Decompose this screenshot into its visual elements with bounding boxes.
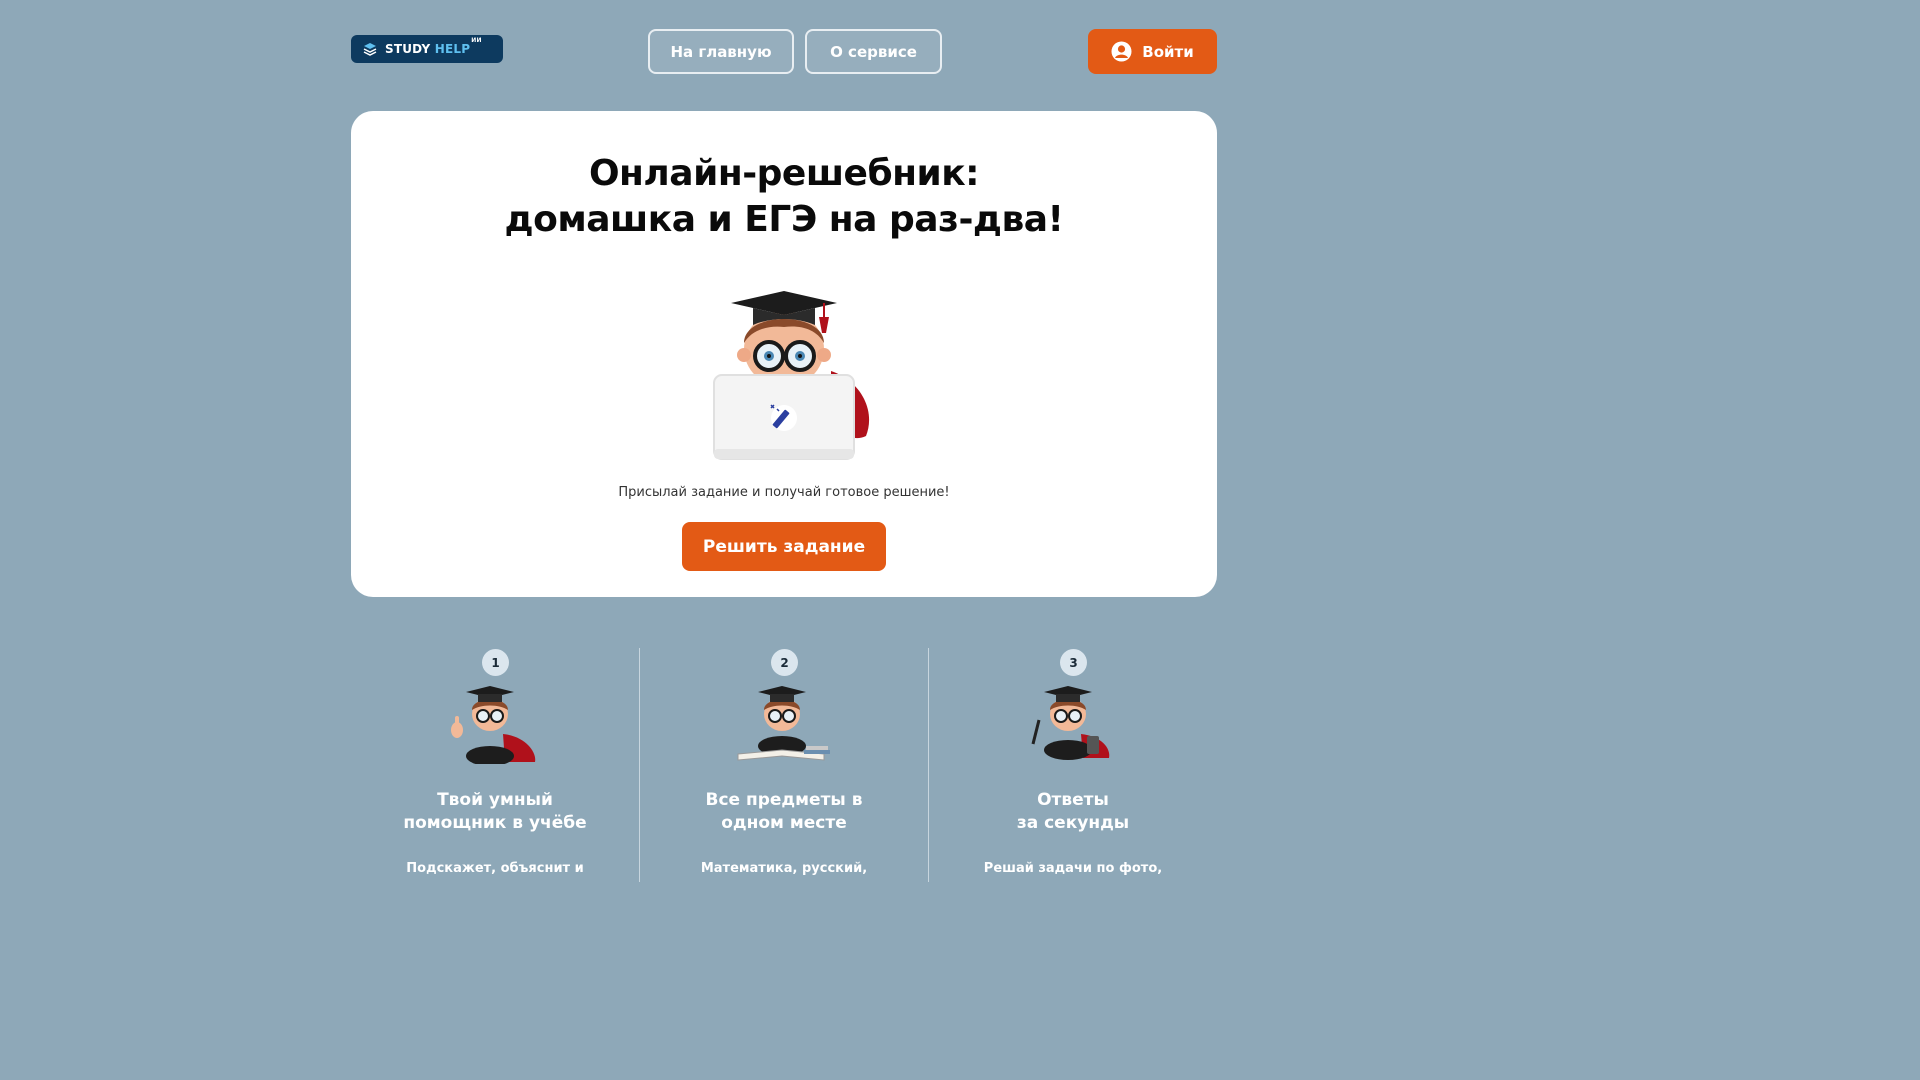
page: STUDY HELPИИ На главную О сервисе Войти … bbox=[0, 0, 1568, 882]
login-label: Войти bbox=[1142, 42, 1194, 61]
student-phone-illustration bbox=[1031, 686, 1110, 760]
feature-card: 2 Все предметы в одном месте Математика,… bbox=[640, 648, 928, 882]
feature-text: Решай задачи по фото, bbox=[983, 861, 1163, 876]
feature-title-line2: одном месте bbox=[721, 813, 847, 833]
logo-text: STUDY HELPИИ bbox=[385, 37, 482, 56]
logo-help: HELP bbox=[434, 42, 471, 56]
feature-title: Твой умный помощник в учёбе bbox=[351, 789, 639, 835]
feature-title-line1: Ответы bbox=[1037, 790, 1109, 810]
hero-subtitle: Присылай задание и получай готовое решен… bbox=[618, 485, 950, 500]
student-laptop-illustration bbox=[713, 291, 870, 460]
feature-title-line2: за секунды bbox=[1016, 813, 1130, 833]
solve-task-button[interactable]: Решить задание bbox=[682, 522, 886, 571]
feature-title-line1: Все предметы в bbox=[705, 790, 863, 810]
feature-title: Ответы за секунды bbox=[929, 789, 1217, 835]
student-thumbs-up-illustration bbox=[451, 686, 536, 764]
logo-study: STUDY bbox=[385, 42, 431, 56]
logo[interactable]: STUDY HELPИИ bbox=[351, 35, 503, 63]
nav-about-button[interactable]: О сервисе bbox=[805, 29, 942, 74]
hero-title: Онлайн-решебник: домашка и ЕГЭ на раз-дв… bbox=[351, 151, 1217, 243]
step-number-badge: 1 bbox=[482, 649, 509, 676]
feature-title: Все предметы в одном месте bbox=[640, 789, 928, 835]
feature-title-line2: помощник в учёбе bbox=[403, 813, 587, 833]
hero-card: Онлайн-решебник: домашка и ЕГЭ на раз-дв… bbox=[351, 111, 1217, 597]
feature-title-line1: Твой умный bbox=[437, 790, 553, 810]
feature-text: Подскажет, объяснит и bbox=[406, 861, 584, 876]
step-number-badge: 2 bbox=[771, 649, 798, 676]
nav-home-button[interactable]: На главную bbox=[648, 29, 794, 74]
logo-sup: ИИ bbox=[471, 37, 482, 44]
stack-icon bbox=[363, 43, 377, 56]
hero-title-line1: Онлайн-решебник: bbox=[588, 153, 980, 194]
user-icon bbox=[1111, 41, 1132, 62]
login-button[interactable]: Войти bbox=[1088, 29, 1217, 74]
feature-card: 3 Ответы за секунды Решай задачи по фото… bbox=[929, 648, 1217, 882]
student-writing-illustration bbox=[737, 686, 830, 761]
feature-card: 1 Твой умный помощник в учёбе Подскажет,… bbox=[351, 648, 639, 882]
step-number-badge: 3 bbox=[1060, 649, 1087, 676]
feature-text: Математика, русский, bbox=[700, 861, 868, 876]
hero-title-line2: домашка и ЕГЭ на раз-два! bbox=[504, 199, 1064, 240]
